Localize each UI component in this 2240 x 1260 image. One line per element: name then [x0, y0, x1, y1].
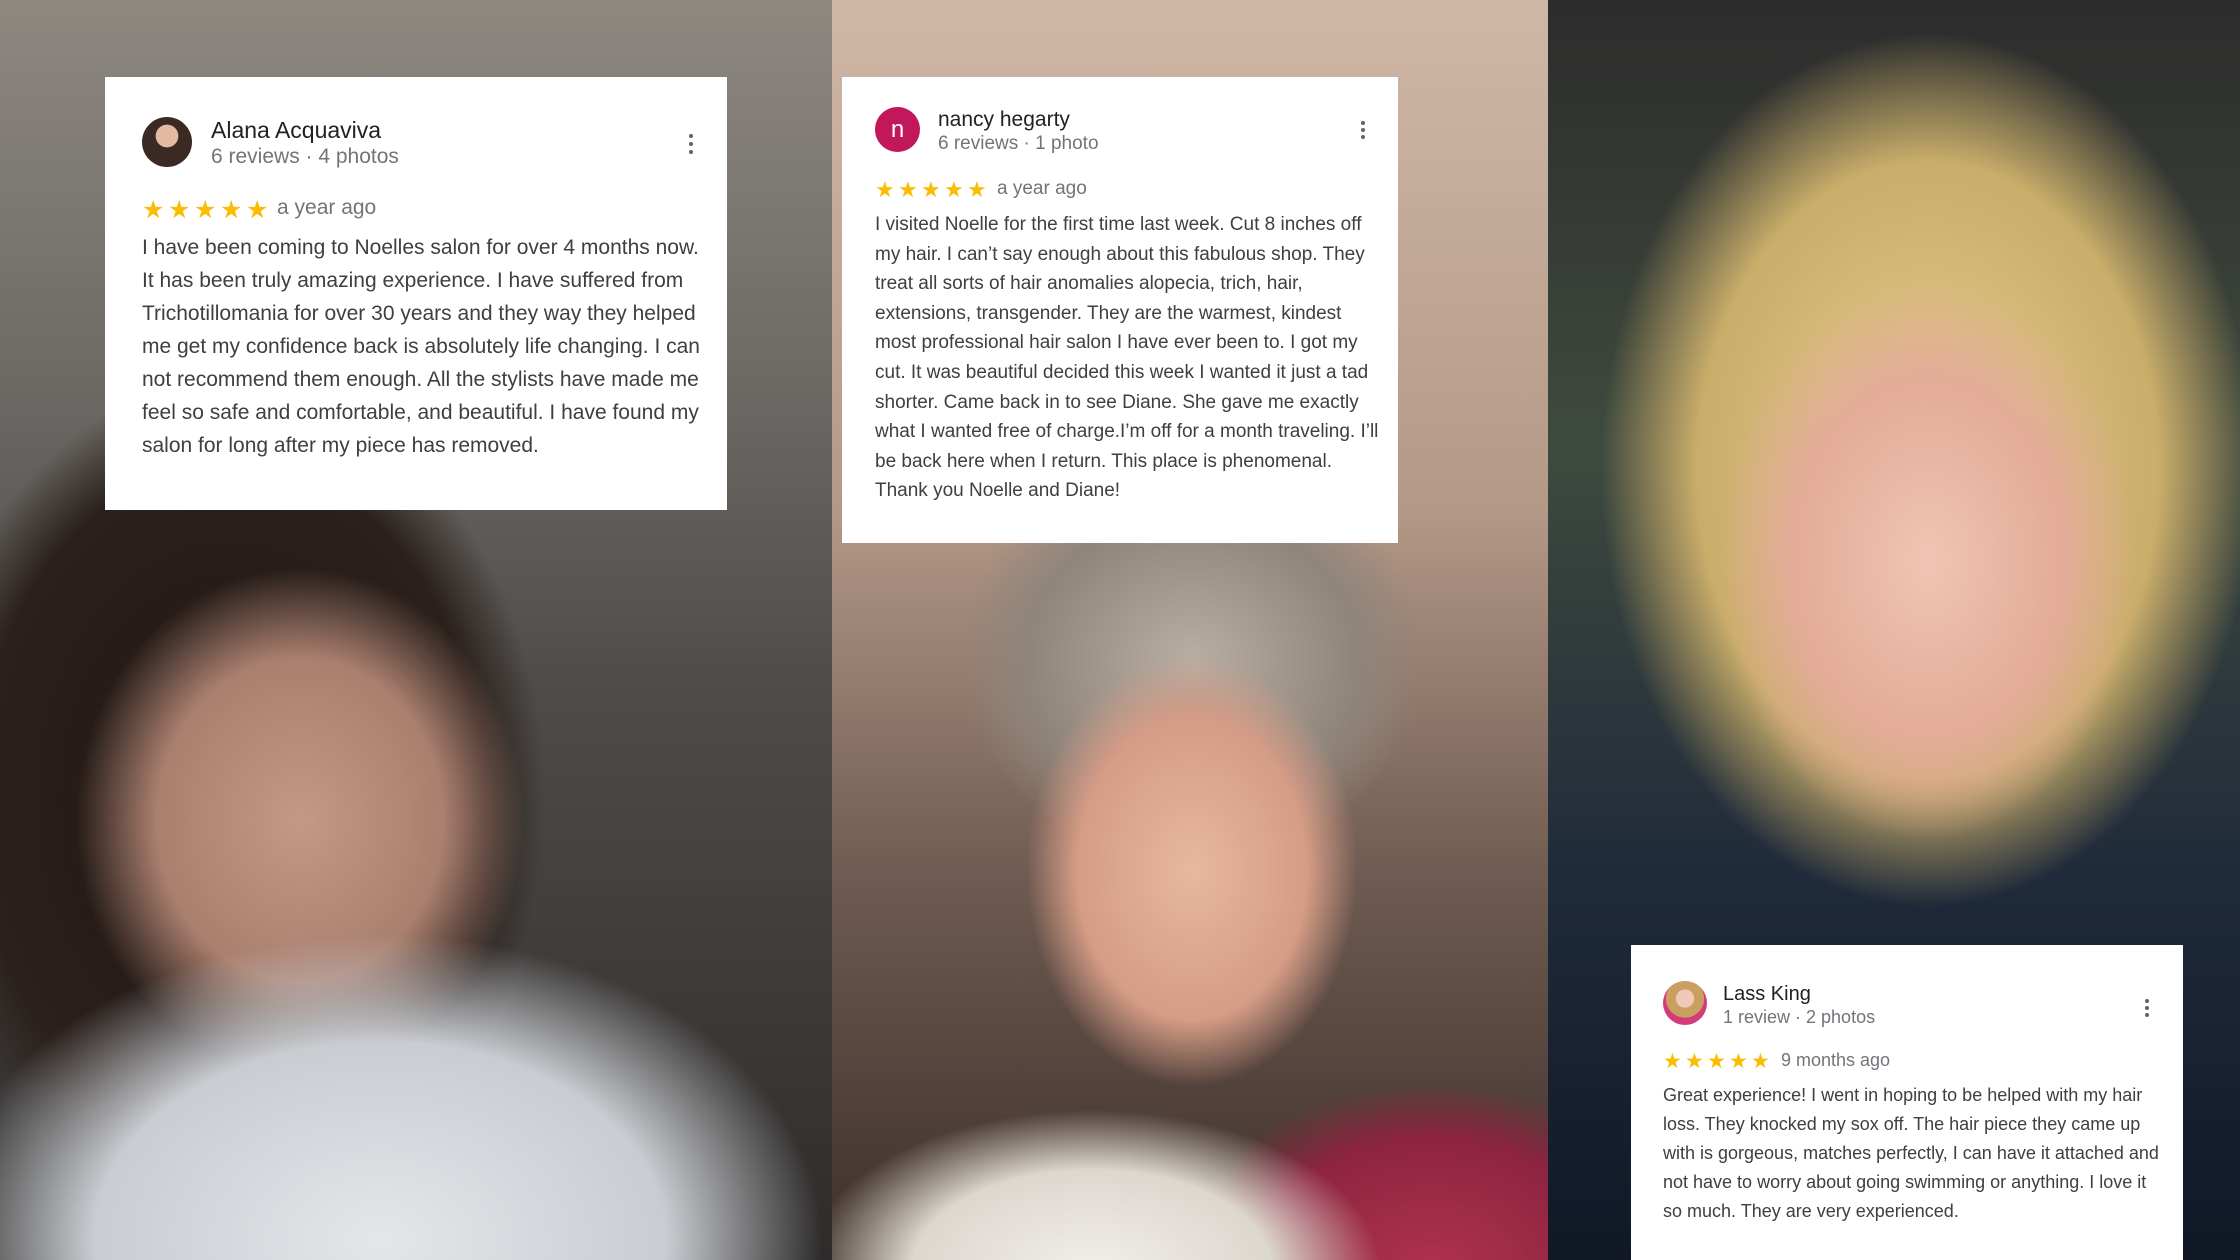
review-text: Great experience! I went in hoping to be…: [1663, 1085, 2159, 1221]
reviewer-avatar[interactable]: [142, 117, 192, 167]
reviewer-name[interactable]: nancy hegarty: [938, 108, 1070, 132]
star-icon: ★: [142, 196, 165, 224]
review-card: Alana Acquaviva 6 reviews · 4 photos ★ ★…: [105, 77, 727, 510]
star-icon: ★: [220, 196, 243, 224]
star-rating: ★ ★ ★ ★ ★: [1663, 1049, 1773, 1074]
review-text: I visited Noelle for the first time last…: [875, 214, 1379, 502]
review-card: Lass King 1 review · 2 photos ★ ★ ★ ★ ★ …: [1631, 945, 2183, 1260]
star-icon: ★: [194, 196, 217, 224]
star-rating: ★ ★ ★ ★ ★: [875, 177, 990, 203]
star-icon: ★: [246, 196, 269, 224]
review-text: I have been coming to Noelles salon for …: [142, 236, 700, 457]
more-options-icon[interactable]: [1353, 117, 1373, 147]
star-icon: ★: [1663, 1050, 1682, 1073]
reviewer-name[interactable]: Lass King: [1723, 983, 1811, 1006]
more-options-icon[interactable]: [681, 130, 701, 160]
star-icon: ★: [921, 177, 941, 202]
photo-2-scarf: [832, 1010, 1548, 1260]
star-icon: ★: [967, 177, 987, 202]
reviewer-avatar[interactable]: [1663, 981, 1707, 1025]
reviewer-avatar[interactable]: n: [875, 107, 920, 152]
reviewer-meta: 6 reviews · 1 photo: [938, 133, 1099, 154]
star-icon: ★: [1707, 1050, 1726, 1073]
photo-1-jacket: [0, 780, 832, 1260]
star-icon: ★: [168, 196, 191, 224]
review-time: 9 months ago: [1781, 1050, 1891, 1070]
star-icon: ★: [875, 177, 895, 202]
reviewer-meta: 6 reviews · 4 photos: [211, 145, 399, 168]
star-icon: ★: [1729, 1050, 1748, 1073]
star-rating: ★ ★ ★ ★ ★: [142, 195, 272, 225]
star-icon: ★: [1751, 1050, 1770, 1073]
review-time: a year ago: [277, 196, 377, 219]
star-icon: ★: [944, 177, 964, 202]
reviewer-meta: 1 review · 2 photos: [1723, 1007, 1876, 1027]
reviewer-name[interactable]: Alana Acquaviva: [211, 117, 381, 144]
star-icon: ★: [1685, 1050, 1704, 1073]
more-options-icon[interactable]: [2137, 995, 2157, 1025]
review-time: a year ago: [997, 178, 1087, 199]
review-card: n nancy hegarty 6 reviews · 1 photo ★ ★ …: [842, 77, 1398, 543]
star-icon: ★: [898, 177, 918, 202]
